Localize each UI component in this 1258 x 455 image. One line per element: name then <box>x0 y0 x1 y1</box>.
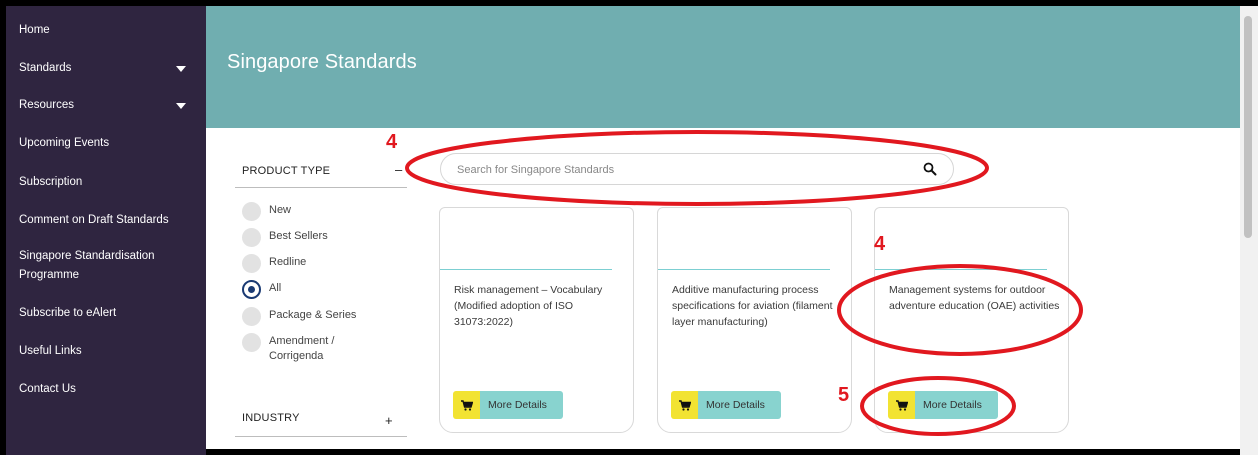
cart-icon <box>671 391 698 419</box>
sidebar-item-useful-links[interactable]: Useful Links <box>19 341 194 361</box>
radio-button[interactable] <box>242 254 261 273</box>
sidebar-item-label: Singapore Standardisation Programme <box>19 250 155 281</box>
filter-option-redline[interactable]: Redline <box>242 254 369 273</box>
filter-divider <box>235 187 407 188</box>
cart-icon <box>888 391 915 419</box>
product-title[interactable]: Risk management – Vocabulary (Modified a… <box>454 282 626 330</box>
annotation-label-search: 4 <box>386 131 398 153</box>
filter-industry-title: INDUSTRY <box>242 412 300 424</box>
sidebar-item-label: Subscribe to eAlert <box>19 307 117 319</box>
filter-option-label: Package & Series <box>269 309 357 321</box>
search-bar[interactable] <box>440 153 954 185</box>
product-card[interactable]: Management systems for outdoor adventure… <box>874 207 1069 433</box>
sidebar-item-standards[interactable]: Standards <box>19 58 194 78</box>
sidebar-item-resources[interactable]: Resources <box>19 95 194 115</box>
radio-button-selected[interactable] <box>242 280 261 299</box>
caret-down-icon <box>176 103 186 109</box>
sidebar-item-label: Upcoming Events <box>19 137 110 149</box>
search-input[interactable] <box>457 161 897 179</box>
sidebar-item-contact-us[interactable]: Contact Us <box>19 379 194 399</box>
product-title[interactable]: Additive manufacturing process specifica… <box>672 282 848 330</box>
filter-option-best-sellers[interactable]: Best Sellers <box>242 228 369 247</box>
product-card[interactable]: Risk management – Vocabulary (Modified a… <box>439 207 634 433</box>
filter-option-label: All <box>269 282 282 294</box>
sidebar-item-upcoming-events[interactable]: Upcoming Events <box>19 133 194 153</box>
sidebar-nav: Home Standards Resources Upcoming Events… <box>6 6 206 455</box>
sidebar-item-home[interactable]: Home <box>19 20 194 40</box>
sidebar-item-label: Home <box>19 24 50 36</box>
sidebar-item-label: Subscription <box>19 176 83 188</box>
filter-option-amendment-corrigenda[interactable]: Amendment / Corrigenda <box>242 333 349 364</box>
radio-button[interactable] <box>242 228 261 247</box>
filter-expand-toggle[interactable]: + <box>385 413 393 428</box>
sidebar-item-label: Standards <box>19 62 72 74</box>
filter-product-type-title: PRODUCT TYPE <box>242 165 331 177</box>
filter-option-label: New <box>269 204 292 216</box>
more-details-button[interactable]: More Details <box>453 391 563 419</box>
button-label: More Details <box>698 391 781 419</box>
button-label: More Details <box>480 391 563 419</box>
filter-option-label: Best Sellers <box>269 230 328 242</box>
scrollbar-thumb[interactable] <box>1244 16 1252 238</box>
annotation-label-button: 5 <box>838 384 850 406</box>
sidebar-item-label: Resources <box>19 99 74 111</box>
radio-button[interactable] <box>242 307 261 326</box>
filter-collapse-toggle[interactable]: – <box>395 162 402 177</box>
filter-divider <box>235 436 407 437</box>
product-title[interactable]: Management systems for outdoor adventure… <box>889 282 1061 314</box>
card-divider <box>440 269 612 270</box>
annotation-label-card: 4 <box>874 233 886 255</box>
product-card[interactable]: Additive manufacturing process specifica… <box>657 207 852 433</box>
caret-down-icon <box>176 66 186 72</box>
sidebar-item-subscribe-ealert[interactable]: Subscribe to eAlert <box>19 303 194 323</box>
filter-option-new[interactable]: New <box>242 202 369 221</box>
button-label: More Details <box>915 391 998 419</box>
sidebar-item-label: Useful Links <box>19 345 82 357</box>
search-icon[interactable] <box>923 162 937 176</box>
filter-option-label: Amendment / Corrigenda <box>269 335 335 362</box>
filter-option-package-series[interactable]: Package & Series <box>242 307 369 326</box>
more-details-button[interactable]: More Details <box>888 391 998 419</box>
filter-option-all[interactable]: All <box>242 280 369 299</box>
more-details-button[interactable]: More Details <box>671 391 781 419</box>
filter-option-label: Redline <box>269 256 307 268</box>
radio-button[interactable] <box>242 333 261 352</box>
sidebar-item-label: Contact Us <box>19 383 76 395</box>
card-divider <box>875 269 1047 270</box>
page-title: Singapore Standards <box>227 51 417 73</box>
page-header-banner: Singapore Standards <box>206 6 1240 128</box>
cart-icon <box>453 391 480 419</box>
sidebar-item-comment-draft[interactable]: Comment on Draft Standards <box>19 210 194 230</box>
sidebar-item-label: Comment on Draft Standards <box>19 214 169 226</box>
card-divider <box>658 269 830 270</box>
page-scrollbar[interactable] <box>1240 6 1258 455</box>
sidebar-item-subscription[interactable]: Subscription <box>19 172 194 192</box>
radio-button[interactable] <box>242 202 261 221</box>
sidebar-item-standardisation-programme[interactable]: Singapore Standardisation Programme <box>19 247 169 285</box>
